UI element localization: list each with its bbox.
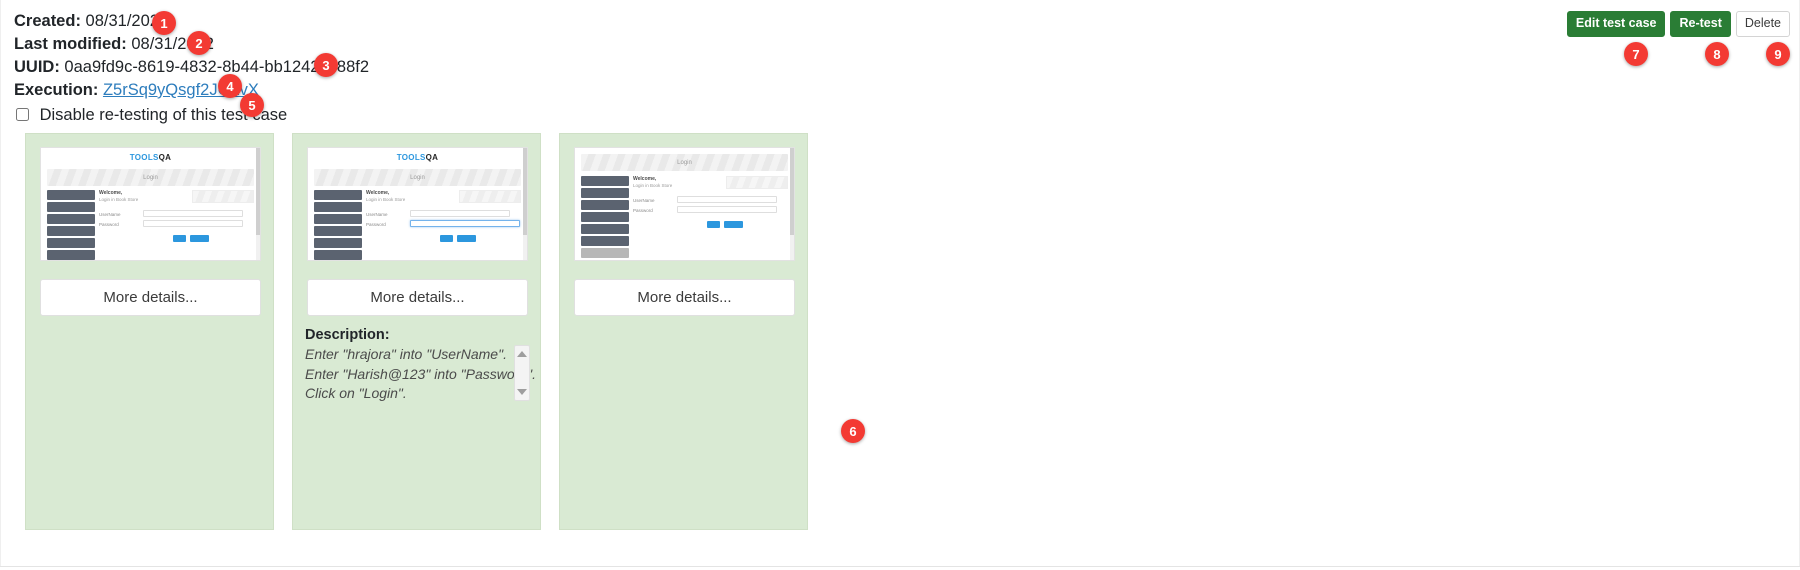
disable-retest-checkbox[interactable] [16,108,29,121]
description-line: Click on "Login". [305,385,407,401]
screenshot-scrollbar-3[interactable] [790,148,794,260]
more-details-button-1[interactable]: More details... [40,279,261,316]
annotation-badge-5: 5 [240,93,264,117]
re-test-button[interactable]: Re-test [1670,11,1731,37]
toolsqa-logo-icon: TOOLSQA [129,153,172,162]
login-button[interactable] [173,235,186,242]
description-line: Enter "hrajora" into "UserName". [305,346,507,362]
screenshot-scrollbar-1[interactable] [256,148,260,260]
page-sidebar [47,190,95,260]
annotation-badge-2: 2 [187,31,211,55]
step-card-2[interactable]: TOOLSQA Login Welcome, Login in Book Sto… [292,133,541,530]
step-card-3[interactable]: Login Welcome, Login in Book Store UserN… [559,133,808,530]
login-button[interactable] [440,235,453,242]
step-screenshot-3[interactable]: Login Welcome, Login in Book Store UserN… [574,147,795,261]
toolsqa-logo-icon: TOOLSQA [396,153,439,162]
step-description-2: Description: Enter "hrajora" into "UserN… [305,327,536,404]
new-user-button[interactable] [457,235,476,242]
page-banner: Login [314,169,521,186]
step-screenshot-2[interactable]: TOOLSQA Login Welcome, Login in Book Sto… [307,147,528,261]
annotation-badge-7: 7 [1624,42,1648,66]
password-label: Password [366,222,386,227]
page-banner: Login [581,154,788,171]
new-user-button[interactable] [190,235,209,242]
scroll-down-icon[interactable] [517,389,527,395]
password-label: Password [633,208,653,213]
username-label: UserName [633,198,655,203]
edit-test-case-button[interactable]: Edit test case [1566,11,1666,37]
more-details-button-3[interactable]: More details... [574,279,795,316]
page-banner: Login [47,169,254,186]
page-sidebar [581,176,629,258]
panel-bottom-border [0,566,1800,567]
description-line: Enter "Harish@123" into "Password". [305,365,536,382]
page-main: Welcome, Login in Book Store UserName Pa… [633,176,788,246]
username-label: UserName [366,212,388,217]
panel-left-border [0,0,1,567]
delete-button[interactable]: Delete [1735,11,1790,37]
screenshot-scrollbar-2[interactable] [523,148,527,260]
username-field[interactable] [677,196,777,203]
description-title: Description: [305,327,390,343]
login-button[interactable] [707,221,720,228]
annotation-badge-9: 9 [1766,42,1790,66]
action-button-bar: Edit test case Re-test Delete [1566,11,1790,37]
page-top-right-box [459,190,521,203]
disable-retest-row[interactable]: Disable re-testing of this test case [14,104,369,128]
execution-label: Execution: [14,81,99,99]
step-card-1[interactable]: TOOLSQA Login Welcome, Login in Book Sto… [25,133,274,530]
password-field[interactable] [143,220,243,227]
annotation-badge-8: 8 [1705,42,1729,66]
password-field[interactable] [410,220,520,227]
page-sidebar [314,190,362,260]
annotation-badge-1: 1 [152,11,176,35]
username-label: UserName [99,212,121,217]
execution-row: Execution: Z5rSq9yQsgf2JCZvX [14,79,369,102]
more-details-button-2[interactable]: More details... [307,279,528,316]
annotation-badge-6: 6 [841,419,865,443]
page-main: Welcome, Login in Book Store UserName Pa… [99,190,254,246]
created-label: Created: [14,12,81,30]
last-modified-label: Last modified: [14,35,127,53]
test-case-detail-panel: Created: 08/31/2022 Last modified: 08/31… [0,0,1800,570]
page-top-right-box [192,190,254,203]
description-scrollbar[interactable] [514,345,530,401]
password-label: Password [99,222,119,227]
page-main: Welcome, Login in Book Store UserName Pa… [366,190,521,246]
description-body: Enter "hrajora" into "UserName". Enter "… [305,345,536,404]
created-row: Created: 08/31/2022 [14,10,369,33]
annotation-badge-4: 4 [218,74,242,98]
step-screenshot-1[interactable]: TOOLSQA Login Welcome, Login in Book Sto… [40,147,261,261]
password-field[interactable] [677,206,777,213]
username-field[interactable] [143,210,243,217]
scroll-up-icon[interactable] [517,351,527,357]
new-user-button[interactable] [724,221,743,228]
uuid-label: UUID: [14,58,60,76]
annotation-badge-3: 3 [314,53,338,77]
page-top-right-box [726,176,788,189]
username-field[interactable] [410,210,510,217]
